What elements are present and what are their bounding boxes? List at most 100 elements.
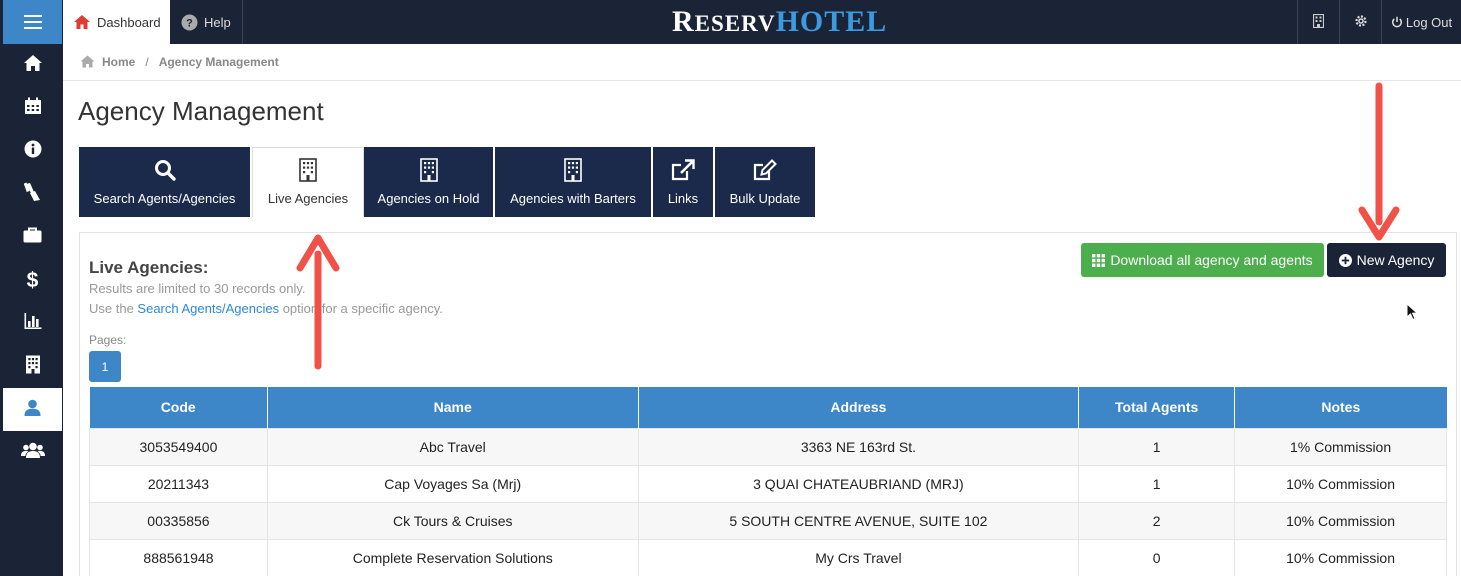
sidebar-item-agencies[interactable] <box>3 388 62 431</box>
home-icon <box>73 14 91 30</box>
cell-address: 5 SOUTH CENTRE AVENUE, SUITE 102 <box>637 501 1080 540</box>
divider <box>63 80 1461 81</box>
sidebar-item-property[interactable] <box>3 345 62 388</box>
cell-code: 00335856 <box>89 501 268 540</box>
property-button[interactable] <box>1297 0 1339 44</box>
cell-notes: 10% Commission <box>1234 464 1447 503</box>
column-header-notes[interactable]: Notes <box>1234 387 1447 428</box>
cell-total-agents: 1 <box>1078 427 1236 466</box>
sidebar-item-users[interactable] <box>3 431 62 474</box>
download-all-button[interactable]: Download all agency and agents <box>1081 243 1324 277</box>
table-row[interactable]: 00335856 Ck Tours & Cruises 5 SOUTH CENT… <box>89 501 1447 540</box>
gear-icon <box>1354 14 1368 31</box>
table-row[interactable]: 3053549400 Abc Travel 3363 NE 163rd St. … <box>89 427 1447 466</box>
question-circle-icon: ? <box>181 14 198 31</box>
briefcase-icon <box>23 227 42 248</box>
cell-name: Abc Travel <box>266 427 639 466</box>
sidebar-item-billing[interactable]: $ <box>3 259 62 302</box>
settings-button[interactable] <box>1339 0 1381 44</box>
tab-bar: Search Agents/Agencies Live Agencies Age… <box>79 147 815 217</box>
annotation-arrow-up <box>296 234 340 370</box>
logout-button[interactable]: Log Out <box>1381 0 1461 44</box>
home-icon <box>80 55 95 68</box>
cell-code: 20211343 <box>89 464 268 503</box>
breadcrumb-current: Agency Management <box>158 54 279 69</box>
logout-label: Log Out <box>1405 14 1453 30</box>
help-tab[interactable]: ? Help <box>171 0 243 44</box>
dashboard-tab[interactable]: Dashboard <box>63 0 170 44</box>
cell-notes: 1% Commission <box>1234 427 1447 466</box>
sidebar-item-reservations[interactable] <box>3 216 62 259</box>
cell-total-agents: 2 <box>1078 501 1236 540</box>
hamburger-icon <box>23 15 42 29</box>
help-label: Help <box>204 14 231 30</box>
cell-name: Complete Reservation Solutions <box>266 538 639 576</box>
building-icon <box>25 355 41 379</box>
tab-label: Links <box>667 191 699 206</box>
tab-search-agents[interactable]: Search Agents/Agencies <box>79 147 252 217</box>
breadcrumb-separator: / <box>145 54 149 69</box>
calendar-icon <box>24 97 42 120</box>
edit-icon <box>753 157 777 183</box>
cell-address: 3 QUAI CHATEAUBRIAND (MRJ) <box>637 464 1080 503</box>
tab-bulk-update[interactable]: Bulk Update <box>715 147 815 217</box>
table-row[interactable]: 20211343 Cap Voyages Sa (Mrj) 3 QUAI CHA… <box>89 464 1447 503</box>
sidebar-item-reports[interactable] <box>3 302 62 345</box>
reservhotel-logo: RESERV HOTEL <box>672 5 888 38</box>
bar-chart-icon <box>24 313 42 334</box>
sidebar-item-calendar[interactable] <box>3 87 62 130</box>
breadcrumb: Home / Agency Management <box>80 54 279 69</box>
column-header-address[interactable]: Address <box>638 387 1080 428</box>
user-icon <box>24 399 41 421</box>
pages-label: Pages: <box>89 333 127 347</box>
column-header-code[interactable]: Code <box>89 387 268 428</box>
dashboard-label: Dashboard <box>97 14 161 30</box>
column-header-name[interactable]: Name <box>267 387 639 428</box>
building-icon <box>299 157 317 183</box>
grid-icon <box>1092 253 1106 267</box>
cell-address: My Crs Travel <box>637 538 1080 576</box>
home-icon <box>23 54 43 77</box>
table-header-row: Code Name Address Total Agents Notes <box>89 387 1447 428</box>
power-icon <box>1391 16 1403 28</box>
annotation-arrow-down <box>1358 82 1400 241</box>
tab-label: Search Agents/Agencies <box>93 191 236 206</box>
sidebar-item-info[interactable] <box>3 130 62 173</box>
tab-agencies-on-hold[interactable]: Agencies on Hold <box>364 147 495 217</box>
mouse-cursor-icon <box>1406 303 1418 321</box>
page-1-button[interactable]: 1 <box>89 351 121 382</box>
new-agency-label: New Agency <box>1356 252 1435 268</box>
cell-total-agents: 1 <box>1078 464 1236 503</box>
agencies-table: Code Name Address Total Agents Notes 305… <box>89 387 1447 576</box>
tab-label: Live Agencies <box>267 191 349 206</box>
column-header-total-agents[interactable]: Total Agents <box>1078 387 1236 428</box>
cell-name: Cap Voyages Sa (Mrj) <box>266 464 639 503</box>
table-row[interactable]: 888561948 Complete Reservation Solutions… <box>89 538 1447 576</box>
tab-live-agencies[interactable]: Live Agencies <box>252 147 364 217</box>
breadcrumb-home-link[interactable]: Home <box>102 55 135 69</box>
cell-total-agents: 0 <box>1078 538 1236 576</box>
menu-toggle-button[interactable] <box>3 0 62 44</box>
new-agency-button[interactable]: New Agency <box>1327 243 1446 277</box>
housekeeping-icon <box>23 182 42 207</box>
building-icon <box>564 157 582 183</box>
cell-notes: 10% Commission <box>1234 538 1447 576</box>
info-icon <box>24 140 42 163</box>
page-title: Agency Management <box>78 96 324 126</box>
search-agents-link[interactable]: Search Agents/Agencies <box>137 301 279 316</box>
building-icon <box>1312 13 1325 31</box>
plus-circle-icon <box>1338 253 1352 267</box>
sidebar-item-home[interactable] <box>3 44 62 87</box>
tab-label: Bulk Update <box>729 191 801 206</box>
building-icon <box>419 157 438 183</box>
tab-links[interactable]: Links <box>653 147 715 217</box>
sidebar-item-housekeeping[interactable] <box>3 173 62 216</box>
tab-agencies-with-barters[interactable]: Agencies with Barters <box>495 147 653 217</box>
cell-address: 3363 NE 163rd St. <box>637 427 1080 466</box>
cell-code: 3053549400 <box>89 427 268 466</box>
top-bar: Dashboard ? Help RESERV HOTEL Log Out <box>0 0 1461 44</box>
cell-notes: 10% Commission <box>1234 501 1447 540</box>
download-label: Download all agency and agents <box>1110 252 1313 268</box>
results-limit-note: Results are limited to 30 records only. <box>89 281 306 296</box>
external-link-icon <box>671 157 695 183</box>
